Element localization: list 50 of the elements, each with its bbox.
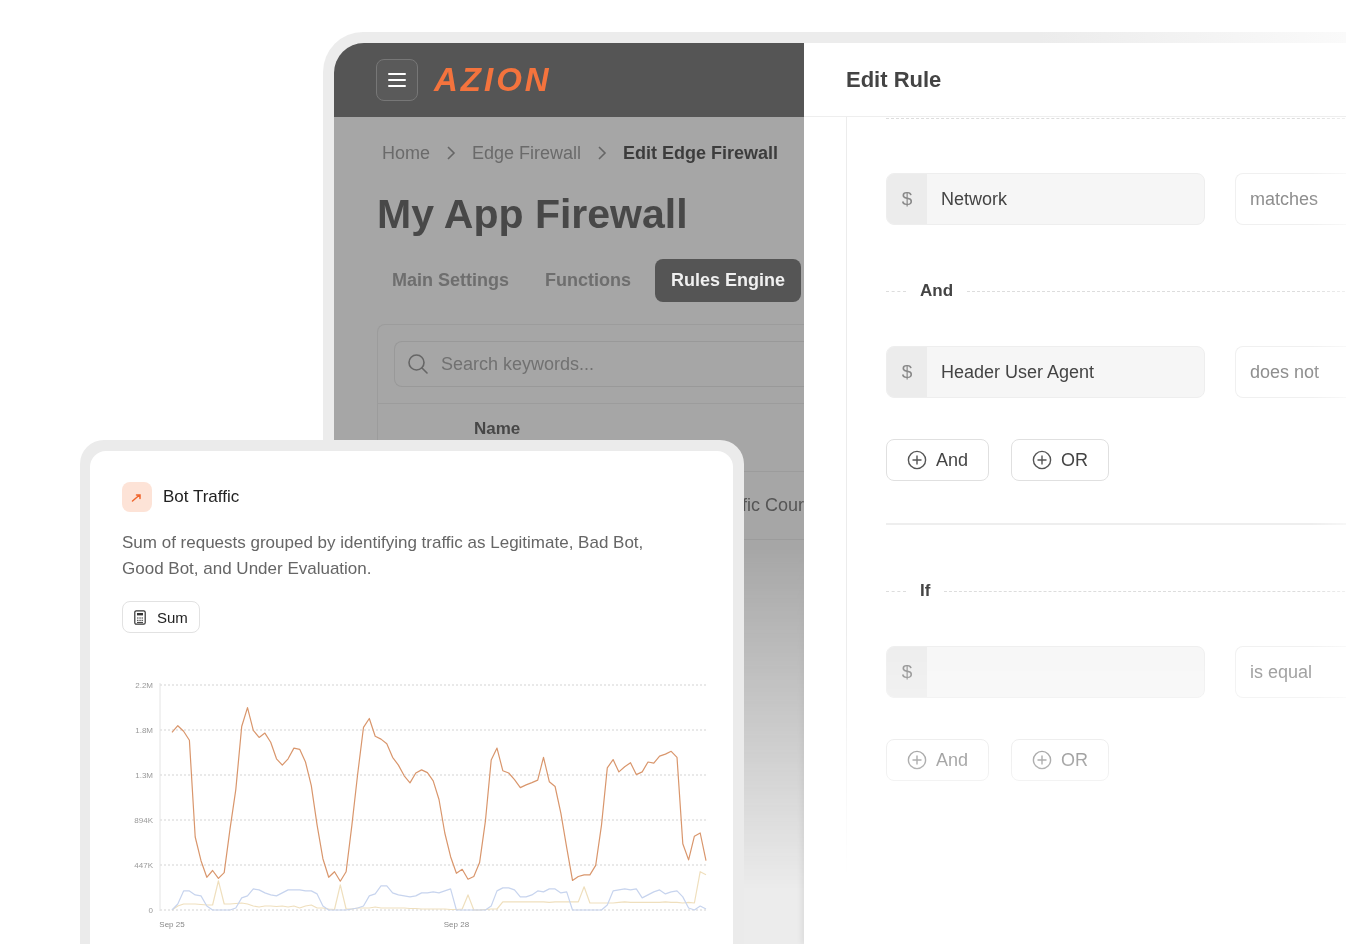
- plus-circle-icon: [1032, 750, 1053, 770]
- plus-circle-icon: [907, 450, 927, 470]
- table-cell: fic Cour: [742, 495, 804, 516]
- menu-icon: [388, 73, 406, 87]
- logo: AZION: [434, 61, 552, 99]
- axis-label: 894K: [134, 816, 153, 825]
- add-condition-button[interactable]: And: [886, 439, 990, 481]
- add-condition-button[interactable]: OR: [1011, 739, 1110, 781]
- chevron-right-icon: [597, 145, 608, 161]
- plus-circle-icon: [1032, 450, 1053, 470]
- field-prefix: $: [887, 174, 927, 224]
- page-title: My App Firewall: [377, 190, 689, 239]
- breadcrumb-link[interactable]: Edit Edge Firewall: [623, 142, 779, 164]
- operator-field[interactable]: matches: [1235, 173, 1346, 225]
- drawer-title: Edit Rule: [846, 66, 942, 93]
- breadcrumb-link[interactable]: Home: [382, 142, 430, 164]
- add-condition-button[interactable]: And: [886, 739, 990, 781]
- trend-icon: [122, 482, 152, 512]
- tab[interactable]: Rules Engine: [655, 259, 802, 302]
- calculator-icon: [134, 609, 146, 625]
- operator-field[interactable]: does not: [1235, 346, 1346, 398]
- column-header: Name: [474, 419, 521, 440]
- condition-label: And: [920, 281, 954, 301]
- plus-circle-icon: [907, 750, 927, 770]
- variable-field[interactable]: $ Network: [886, 173, 1205, 225]
- add-condition-button[interactable]: OR: [1011, 439, 1110, 481]
- field-prefix: $: [887, 647, 927, 697]
- field-prefix: $: [887, 347, 927, 397]
- field-value: Header User Agent: [940, 360, 1095, 384]
- axis-label: Sep 28: [443, 920, 470, 929]
- variable-field[interactable]: $: [886, 646, 1205, 698]
- breadcrumb-link[interactable]: Edge Firewall: [472, 142, 582, 164]
- tab[interactable]: Main Settings: [380, 259, 521, 302]
- axis-label: 1.3M: [135, 771, 153, 780]
- card-title: Bot Traffic: [163, 487, 240, 507]
- operator-field[interactable]: is equal: [1235, 646, 1346, 698]
- condition-label: If: [920, 581, 931, 601]
- search-icon: [407, 353, 429, 375]
- field-value: Network: [940, 187, 1007, 211]
- aggregation-chip[interactable]: Sum: [122, 601, 200, 633]
- axis-label: 447K: [134, 861, 153, 870]
- menu-button[interactable]: [376, 59, 418, 101]
- chevron-right-icon: [446, 145, 456, 161]
- axis-label: 1.8M: [135, 726, 153, 735]
- tab[interactable]: Functions: [533, 259, 643, 302]
- card-description: Sum of requests grouped by identifying traffic as Legitimate, Bad Bot, Good Bot, and Under Evaluation.: [122, 532, 645, 580]
- axis-label: 0: [148, 906, 153, 915]
- axis-label: Sep 25: [159, 920, 185, 929]
- axis-label: 2.2M: [135, 681, 153, 690]
- variable-field[interactable]: $ Header User Agent: [886, 346, 1205, 398]
